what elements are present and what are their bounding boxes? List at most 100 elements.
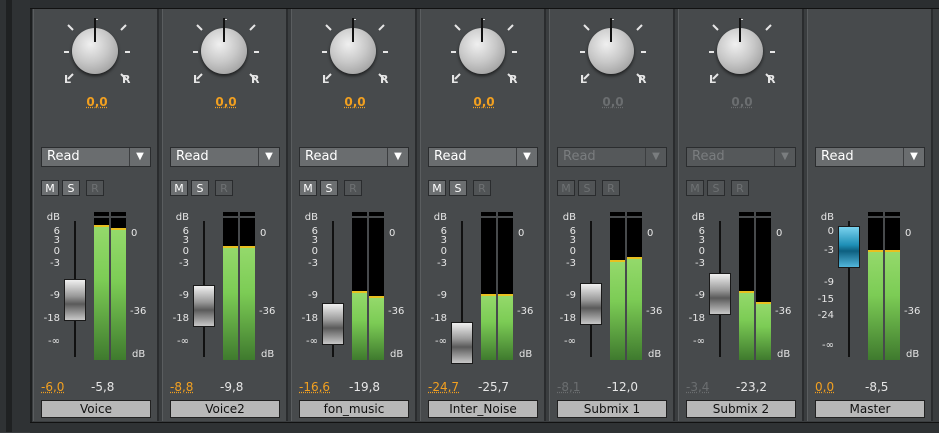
pan-knob[interactable] <box>717 18 763 74</box>
meter-scale-db: dB <box>648 349 662 360</box>
solo-button[interactable]: S <box>449 180 467 196</box>
level-meter <box>352 212 367 360</box>
volume-value[interactable]: -8,8 <box>170 380 193 394</box>
peak-value: -19,8 <box>349 380 381 394</box>
fader-scale-label: -∞ <box>822 340 834 351</box>
meter-scale-0: 0 <box>389 228 396 239</box>
meter-fill <box>240 248 255 360</box>
solo-button[interactable]: S <box>320 180 338 196</box>
fader-scale-db-label: dB <box>433 212 447 223</box>
fader-scale-label: -24 <box>817 310 834 321</box>
meter-clip-indicator <box>369 212 384 218</box>
fader-scale-label: -9 <box>824 277 834 288</box>
meter-scale-36: -36 <box>646 306 663 317</box>
fader-scale-label: 0 <box>440 246 447 257</box>
knob-pointer <box>481 18 483 42</box>
volume-fader-handle[interactable] <box>193 285 215 328</box>
pan-knob[interactable] <box>72 18 118 74</box>
solo-button[interactable]: S <box>191 180 209 196</box>
mute-button[interactable]: M <box>428 180 446 196</box>
automation-mode-value: Read <box>821 149 854 164</box>
automation-mode-value: Read <box>692 149 725 164</box>
volume-value[interactable]: -24,7 <box>428 380 459 394</box>
meter-clip-indicator <box>610 212 625 218</box>
fader-scale-label: -9 <box>179 290 189 301</box>
volume-fader-handle[interactable] <box>451 321 473 364</box>
meter-clip-indicator <box>223 212 238 218</box>
mute-button: M <box>557 180 575 196</box>
channel-name[interactable]: Master <box>815 400 925 418</box>
pan-knob[interactable] <box>330 18 376 74</box>
meter-clip-indicator <box>94 212 109 218</box>
meter-peak-marker <box>610 260 625 262</box>
knob-pointer <box>223 18 225 42</box>
solo-button[interactable]: S <box>62 180 80 196</box>
mute-button[interactable]: M <box>41 180 59 196</box>
solo-button: S <box>707 180 725 196</box>
meter-peak-marker <box>223 246 238 248</box>
volume-fader-handle[interactable] <box>322 303 344 346</box>
volume-value[interactable]: -3,4 <box>686 380 709 394</box>
pan-value[interactable]: 0,0 <box>292 95 418 109</box>
volume-value[interactable]: -8,1 <box>557 380 580 394</box>
automation-mode-select[interactable]: Read ▼ <box>815 147 925 167</box>
channel-name[interactable]: Submix 2 <box>686 400 796 418</box>
automation-mode-select[interactable]: Read ▼ <box>170 147 280 167</box>
channel-strip-submix-2: L R 0,0 Read ▼ M S RdB 6 3 0 -3 -9 -18 -∞ 0 -36 dB -3,4… <box>678 9 804 421</box>
channel-name[interactable]: fon_music <box>299 400 409 418</box>
volume-value[interactable]: -16,6 <box>299 380 330 394</box>
meter-clip-indicator <box>111 212 126 218</box>
pan-value[interactable]: 0,0 <box>550 95 676 109</box>
pan-value[interactable]: 0,0 <box>421 95 547 109</box>
pan-value[interactable]: 0,0 <box>679 95 805 109</box>
automation-mode-value: Read <box>434 149 467 164</box>
volume-value[interactable]: 0,0 <box>815 380 834 394</box>
mute-button[interactable]: M <box>299 180 317 196</box>
pan-value[interactable]: 0,0 <box>34 95 160 109</box>
volume-fader-handle[interactable] <box>64 278 86 321</box>
meter-peak-marker <box>739 291 754 293</box>
peak-value: -25,7 <box>478 380 510 394</box>
fader-scale-label: -∞ <box>435 336 447 347</box>
meter-scale-0: 0 <box>776 228 783 239</box>
peak-value: -8,5 <box>865 380 889 394</box>
pan-knob[interactable] <box>459 18 505 74</box>
fader-scale-db-label: dB <box>691 212 705 223</box>
pan-left-label: L <box>709 73 717 86</box>
pan-knob[interactable] <box>588 18 634 74</box>
meter-clip-indicator <box>756 212 771 218</box>
volume-value[interactable]: -6,0 <box>41 380 64 394</box>
meter-peak-marker <box>756 302 771 304</box>
mute-button[interactable]: M <box>170 180 188 196</box>
meter-peak-marker <box>498 294 513 296</box>
pan-value[interactable]: 0,0 <box>163 95 289 109</box>
channel-name[interactable]: Submix 1 <box>557 400 667 418</box>
channel-name[interactable]: Voice2 <box>170 400 280 418</box>
channel-name[interactable]: Voice <box>41 400 151 418</box>
automation-mode-select[interactable]: Read ▼ <box>299 147 409 167</box>
peak-value: -12,0 <box>607 380 639 394</box>
meter-fill <box>223 248 238 360</box>
automation-mode-select[interactable]: Read ▼ <box>428 147 538 167</box>
fader-scale-label: -9 <box>437 290 447 301</box>
fader-scale-label: -18 <box>688 313 705 324</box>
fader-scale-label: 0 <box>698 246 705 257</box>
fader-scale-label: -18 <box>43 313 60 324</box>
meter-fill <box>627 259 642 360</box>
meter-fill <box>739 293 754 360</box>
meter-clip-indicator <box>627 212 642 218</box>
automation-mode-select[interactable]: Read ▼ <box>41 147 151 167</box>
channel-name[interactable]: Inter_Noise <box>428 400 538 418</box>
fader-scale-label: 3 <box>53 235 60 246</box>
pan-knob[interactable] <box>201 18 247 74</box>
meter-scale-36: -36 <box>517 306 534 317</box>
volume-fader-handle[interactable] <box>838 226 860 269</box>
pan-left-label: L <box>193 73 201 86</box>
meter-fill <box>756 304 771 360</box>
pan-left-label: L <box>451 73 459 86</box>
fader-scale-label: -∞ <box>48 336 60 347</box>
chevron-down-icon: ▼ <box>258 148 279 166</box>
peak-value: -23,2 <box>736 380 768 394</box>
knob-pointer <box>739 18 741 42</box>
meter-scale-36: -36 <box>904 306 921 317</box>
